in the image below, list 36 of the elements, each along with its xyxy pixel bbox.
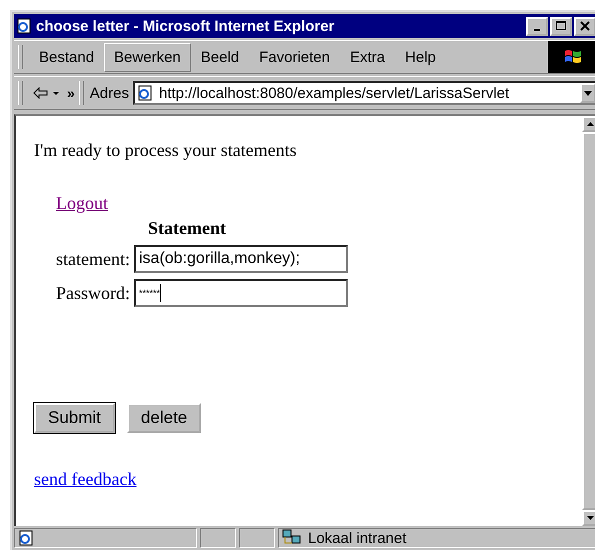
scroll-down-icon[interactable]	[586, 516, 594, 520]
page-icon	[16, 18, 32, 34]
page-icon	[18, 530, 34, 546]
status-panel	[239, 528, 275, 548]
logout-link[interactable]: Logout	[56, 193, 108, 214]
form-title: Statement	[148, 218, 227, 239]
form-button[interactable]: delete	[126, 403, 202, 433]
close-icon	[580, 21, 590, 31]
more-chevron[interactable]: »	[67, 85, 75, 101]
input-field[interactable]: ******	[134, 279, 348, 307]
menu-item[interactable]: Extra	[340, 42, 396, 72]
menu-item[interactable]: Bestand	[29, 42, 104, 72]
status-panel	[200, 528, 236, 548]
field-label: Password:	[54, 282, 130, 304]
scroll-up-icon[interactable]	[586, 122, 594, 126]
menu-item[interactable]: Beeld	[190, 42, 250, 72]
maximize-button[interactable]	[550, 16, 572, 36]
menu-item[interactable]: Help	[395, 42, 446, 72]
feedback-link[interactable]: send feedback	[34, 469, 136, 490]
page-icon	[136, 85, 153, 101]
minimize-icon	[534, 28, 540, 30]
field-label: statement:	[55, 248, 130, 270]
input-field[interactable]: isa(ob:gorilla,monkey);	[134, 245, 348, 273]
maximize-icon	[556, 21, 566, 31]
menu-item[interactable]: Bewerken	[104, 42, 191, 72]
address-field[interactable]: http://localhost:8080/examples/servlet/LarissaServlet	[132, 81, 595, 105]
close-button[interactable]	[574, 16, 595, 36]
intro-text: I'm ready to process your statements	[34, 140, 297, 161]
menu-item[interactable]: Favorieten	[249, 42, 340, 72]
scrollbar[interactable]	[582, 116, 595, 526]
minimize-button[interactable]	[526, 16, 548, 36]
windows-logo-icon	[548, 41, 595, 73]
window-title: choose letter - Microsoft Internet Explorer	[36, 18, 336, 34]
zone-label: Lokaal intranet	[308, 530, 406, 546]
form-button[interactable]: Submit	[34, 403, 115, 433]
address-label: Adres	[90, 84, 129, 102]
